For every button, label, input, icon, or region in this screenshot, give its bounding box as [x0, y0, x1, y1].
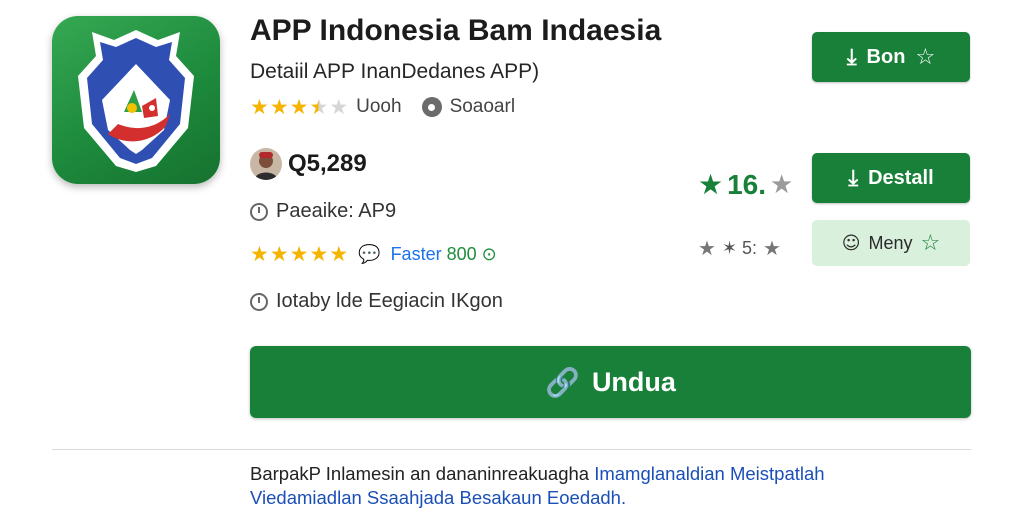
bon-button[interactable]: ⤓ Bon ☆: [812, 32, 970, 82]
rating-label: Uooh: [356, 96, 402, 117]
big-rating: ★ 16. ★: [698, 168, 793, 201]
package-label: Paeaike: AP9: [276, 200, 397, 222]
link-icon: 🔗: [545, 365, 580, 399]
check-circle-icon: ⊙: [476, 244, 497, 264]
install-button[interactable]: ⤓ Destall: [812, 153, 970, 203]
bon-button-label: Bon: [866, 45, 906, 68]
chat-bubble-icon: [421, 97, 442, 117]
star-icon: ★: [250, 94, 269, 119]
big-rating-value: 16.: [727, 168, 767, 200]
download-icon: ⤓: [846, 44, 857, 70]
download-icon: ⤓: [848, 165, 859, 191]
clock-icon: [250, 202, 268, 221]
star-icon: ★: [269, 242, 289, 266]
download-button[interactable]: 🔗 Undua: [250, 346, 971, 418]
app-icon: [52, 16, 220, 184]
rating-row: ★ ★ ★ ★ ★ Uooh Soaoarl: [250, 96, 515, 118]
menu-button-label: Meny: [868, 232, 913, 253]
faster-label: Faster: [390, 244, 442, 264]
faster-link[interactable]: Faster 800 ⊙: [391, 244, 497, 265]
divider: [52, 449, 971, 450]
app-subtitle: Detaiil APP InanDedanes APP): [250, 60, 540, 83]
download-button-label: Undua: [591, 366, 676, 397]
star-empty-icon: ★: [329, 94, 349, 119]
review-row: ★ ★ ★ ★ ★ 💬 Faster 800 ⊙: [250, 244, 497, 266]
star-icon: ★: [289, 94, 309, 119]
menu-button[interactable]: ☺ Meny ☆: [812, 220, 970, 266]
description-link[interactable]: Imamglanaldian Meistpatlah: [594, 463, 824, 484]
star-icon: ★: [698, 168, 724, 201]
shield-logo-icon: [78, 30, 194, 172]
download-count: Q5,289: [288, 150, 367, 177]
small-rating-value: ✶ 5:: [721, 237, 758, 258]
star-empty-icon: ★: [770, 169, 794, 200]
star-icon: ★: [698, 236, 716, 260]
age-label: Iotaby lde Eegiacin IKgon: [276, 290, 503, 312]
app-title: APP Indonesia Bam Indaesia: [250, 14, 662, 47]
clock-icon: [250, 292, 268, 311]
star-icon: ★: [329, 242, 349, 266]
chat-bubble-icon: 💬: [358, 244, 381, 265]
smile-icon: ☺: [841, 232, 861, 254]
review-stars: ★ ★ ★ ★ ★: [250, 244, 348, 265]
star-icon: ★: [289, 242, 309, 266]
avatar[interactable]: [250, 148, 282, 180]
description-link-2[interactable]: Viedamiadlan Ssaahjada Besakaun Eoedadh.: [250, 487, 626, 508]
package-row: Paeaike: AP9: [250, 200, 396, 223]
age-row: Iotaby lde Eegiacin IKgon: [250, 290, 503, 313]
description-text: BarpakP Inlamesin an dananinreakuagha: [250, 463, 595, 484]
star-icon: ★: [309, 242, 329, 266]
faster-count: 800: [446, 244, 477, 264]
star-outline-icon: ☆: [915, 44, 936, 70]
star-icon: ★: [763, 236, 781, 260]
category-label[interactable]: Soaoarl: [450, 96, 516, 118]
star-outline-icon: ☆: [920, 230, 941, 256]
small-rating: ★ ✶ 5: ★: [698, 236, 781, 260]
install-button-label: Destall: [868, 166, 934, 189]
rating-stars: ★ ★ ★ ★ ★: [250, 94, 349, 119]
description: BarpakP Inlamesin an dananinreakuagha Im…: [250, 462, 970, 510]
star-half-icon: ★: [309, 94, 329, 119]
star-icon: ★: [269, 94, 289, 119]
star-icon: ★: [250, 242, 269, 266]
developer-row: Q5,289: [250, 148, 367, 180]
